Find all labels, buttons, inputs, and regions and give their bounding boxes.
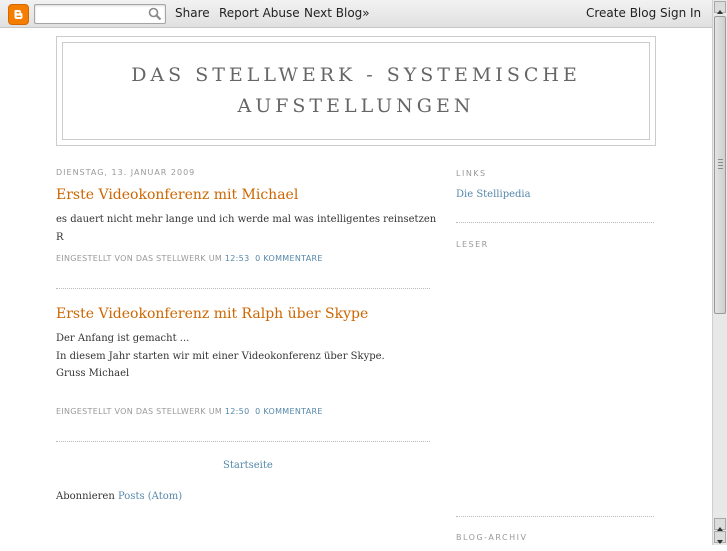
post-comments-link[interactable]: 0 Kommentare [255, 407, 323, 416]
post-author: Eingestellt von Das Stellwerk um [56, 407, 223, 416]
post-body: es dauert nicht mehr lange und ich werde… [56, 211, 436, 246]
post-body: Der Anfang ist gemacht ... In diesem Jah… [56, 330, 385, 383]
sidebar-heading-readers: Leser [456, 240, 489, 249]
create-blog-link[interactable]: Create Blog [586, 6, 656, 20]
home-link[interactable]: Startseite [223, 460, 273, 471]
post-title[interactable]: Erste Videokonferenz mit Michael [56, 187, 298, 203]
subscribe-label: Abonnieren [56, 491, 115, 502]
post-body-line: Der Anfang ist gemacht ... [56, 333, 190, 344]
next-blog-link[interactable]: Next Blog» [304, 6, 370, 20]
vertical-scrollbar[interactable] [712, 0, 727, 545]
blog-title-line2: Aufstellungen [237, 95, 475, 117]
scroll-down-button[interactable] [714, 531, 726, 544]
blog-title-line1: Das Stellwerk - Systemische [131, 64, 581, 86]
post-body-line: R [56, 231, 64, 243]
post-body-line: In diesem Jahr starten wir mit einer Vid… [56, 350, 385, 362]
sidebar-heading-archive: Blog-Archiv [456, 533, 528, 542]
blogger-logo-icon[interactable] [8, 4, 29, 25]
post-footer: Eingestellt von Das Stellwerk um 12:50 0… [56, 407, 323, 416]
post-divider [56, 288, 430, 289]
blog-header: Das Stellwerk - Systemische Aufstellunge… [56, 36, 656, 146]
scroll-up-button[interactable] [714, 1, 726, 14]
blog-header-inner: Das Stellwerk - Systemische Aufstellunge… [62, 42, 650, 140]
posts-atom-link[interactable]: Posts (Atom) [118, 491, 182, 502]
subscribe-line: Abonnieren Posts (Atom) [56, 491, 182, 502]
post-body-line: Gruss Michael [56, 368, 130, 379]
blog-title[interactable]: Das Stellwerk - Systemische Aufstellunge… [131, 60, 581, 122]
date-header: Dienstag, 13. Januar 2009 [56, 168, 196, 177]
sidebar-heading-links: Links [456, 169, 487, 178]
post-comments-link[interactable]: 0 Kommentare [255, 254, 323, 263]
scroll-up-button-lower[interactable] [714, 518, 726, 531]
post-title[interactable]: Erste Videokonferenz mit Ralph über Skyp… [56, 306, 368, 322]
post-body-line: es dauert nicht mehr lange und ich werde… [56, 214, 437, 225]
sidebar-link-stellipedia[interactable]: Die Stellipedia [456, 189, 531, 200]
search-input[interactable] [38, 6, 150, 24]
share-link[interactable]: Share [175, 6, 210, 20]
blogger-navbar: Share Report Abuse Next Blog» Create Blo… [0, 0, 713, 28]
report-abuse-link[interactable]: Report Abuse [219, 6, 300, 20]
post-footer: Eingestellt von Das Stellwerk um 12:53 0… [56, 254, 323, 263]
post-timestamp-link[interactable]: 12:50 [225, 407, 250, 416]
search-box [34, 4, 166, 24]
scrollbar-thumb[interactable] [714, 16, 726, 314]
sidebar-divider [456, 516, 654, 517]
sign-in-link[interactable]: Sign In [660, 6, 701, 20]
search-icon[interactable] [147, 6, 163, 22]
sidebar-divider [456, 222, 654, 223]
post-author: Eingestellt von Das Stellwerk um [56, 254, 223, 263]
post-timestamp-link[interactable]: 12:53 [225, 254, 250, 263]
post-divider [56, 441, 430, 442]
